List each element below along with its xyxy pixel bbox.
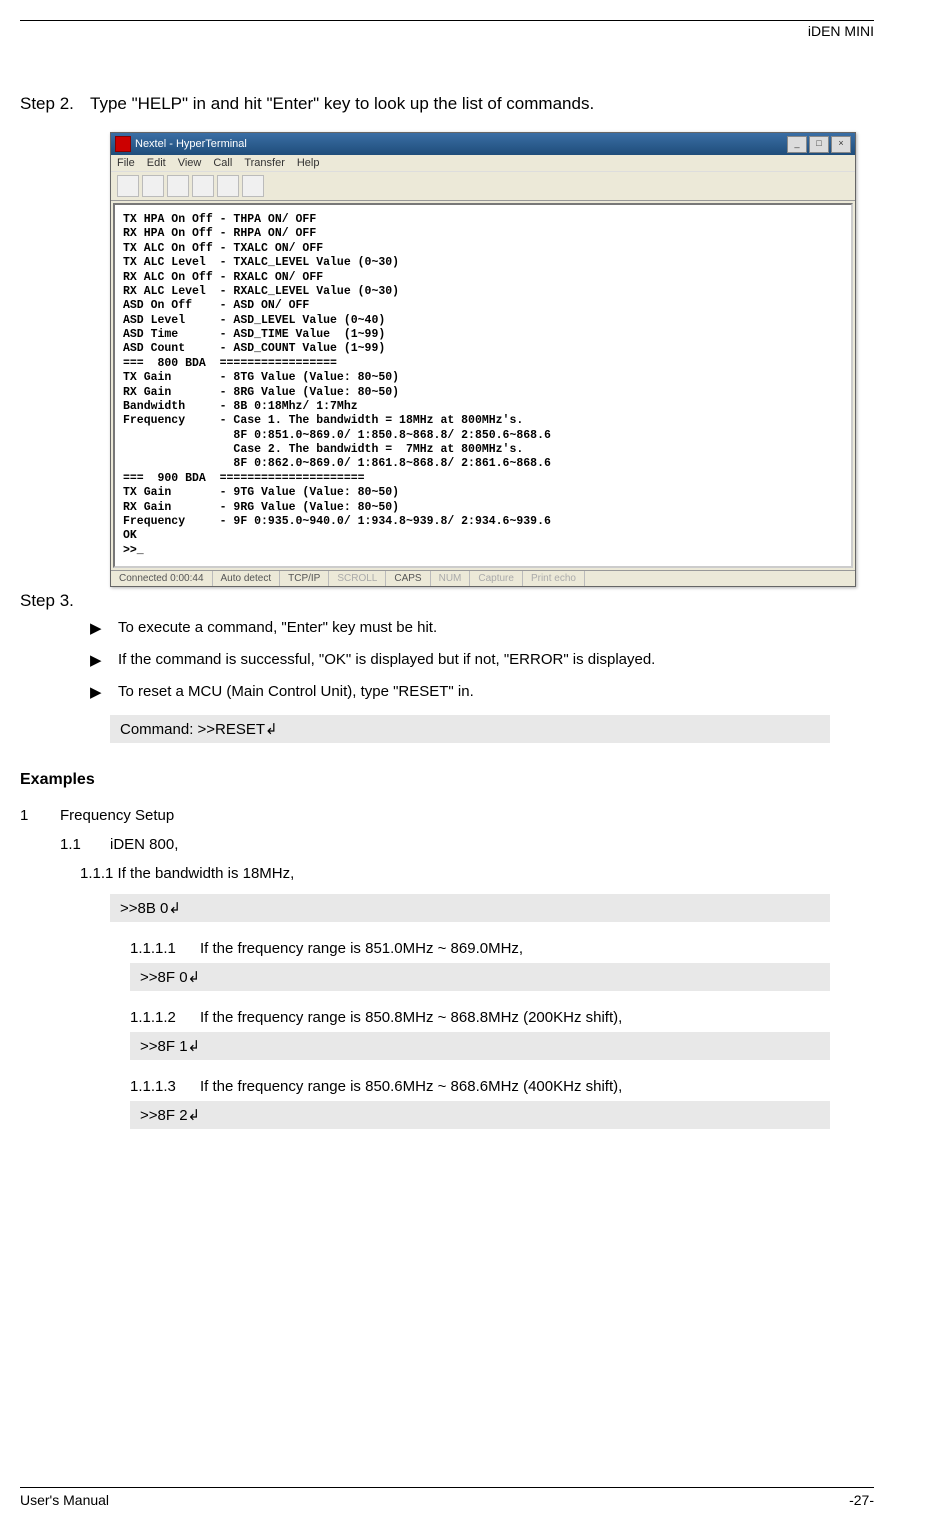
row-1-1-1-3: 1.1.1.3 If the frequency range is 850.6M…: [130, 1078, 874, 1095]
window-title: Nextel - HyperTerminal: [135, 138, 247, 150]
bullet-icon: ▶: [90, 683, 118, 701]
minimize-button[interactable]: _: [787, 136, 807, 153]
status-scroll: SCROLL: [329, 571, 386, 586]
toolbar-btn-3[interactable]: [167, 175, 189, 197]
menubar: File Edit View Call Transfer Help: [111, 155, 855, 171]
row-1-1-1: 1.1.1 If the bandwidth is 18MHz,: [80, 865, 874, 882]
hyperterminal-window: Nextel - HyperTerminal _ □ × File Edit V…: [110, 132, 856, 587]
text-1-1-1-3: If the frequency range is 850.6MHz ~ 868…: [200, 1078, 622, 1095]
menu-edit[interactable]: Edit: [147, 157, 166, 169]
toolbar-btn-4[interactable]: [192, 175, 214, 197]
status-detect: Auto detect: [213, 571, 281, 586]
status-num: NUM: [431, 571, 471, 586]
cmd-8f0: >>8F 0↲: [130, 963, 830, 991]
bullet-icon: ▶: [90, 619, 118, 637]
menu-call[interactable]: Call: [213, 157, 232, 169]
titlebar: Nextel - HyperTerminal _ □ ×: [111, 133, 855, 155]
cmd-8b0: >>8B 0↲: [110, 894, 830, 922]
examples-heading: Examples: [20, 771, 874, 789]
terminal-output[interactable]: TX HPA On Off - THPA ON/ OFF RX HPA On O…: [113, 203, 853, 568]
menu-view[interactable]: View: [178, 157, 202, 169]
step2-row: Step 2. Type "HELP" in and hit "Enter" k…: [20, 94, 874, 114]
row-1-1-1-1: 1.1.1.1 If the frequency range is 851.0M…: [130, 940, 874, 957]
status-caps: CAPS: [386, 571, 430, 586]
bullet-1-text: To execute a command, "Enter" key must b…: [118, 619, 437, 637]
status-protocol: TCP/IP: [280, 571, 329, 586]
menu-transfer[interactable]: Transfer: [244, 157, 285, 169]
menu-file[interactable]: File: [117, 157, 135, 169]
bullet-2-text: If the command is successful, "OK" is di…: [118, 651, 655, 669]
bullet-icon: ▶: [90, 651, 118, 669]
bullet-3-text: To reset a MCU (Main Control Unit), type…: [118, 683, 474, 701]
menu-help[interactable]: Help: [297, 157, 320, 169]
status-connected: Connected 0:00:44: [111, 571, 213, 586]
bullet-3: ▶ To reset a MCU (Main Control Unit), ty…: [90, 683, 874, 701]
cmd-8f1: >>8F 1↲: [130, 1032, 830, 1060]
bullet-1: ▶ To execute a command, "Enter" key must…: [90, 619, 874, 637]
num-1-1-1-2: 1.1.1.2: [130, 1009, 200, 1026]
num-1-1-1-1: 1.1.1.1: [130, 940, 200, 957]
status-capture: Capture: [470, 571, 523, 586]
toolbar-btn-2[interactable]: [142, 175, 164, 197]
reset-command-box: Command: >>RESET↲: [110, 715, 830, 743]
footer-left: User's Manual: [20, 1492, 109, 1508]
text-1-1-1-1: If the frequency range is 851.0MHz ~ 869…: [200, 940, 523, 957]
num-1-1: 1.1: [60, 836, 110, 853]
text-1-1: iDEN 800,: [110, 836, 178, 853]
row-1-1: 1.1 iDEN 800,: [60, 836, 874, 853]
statusbar: Connected 0:00:44 Auto detect TCP/IP SCR…: [111, 570, 855, 586]
text-1-1-1: 1.1.1 If the bandwidth is 18MHz,: [80, 865, 294, 882]
bullet-2: ▶ If the command is successful, "OK" is …: [90, 651, 874, 669]
close-button[interactable]: ×: [831, 136, 851, 153]
status-print: Print echo: [523, 571, 585, 586]
step2-text: Type "HELP" in and hit "Enter" key to lo…: [90, 94, 874, 114]
header-product: iDEN MINI: [20, 23, 874, 39]
text-1: Frequency Setup: [60, 807, 174, 824]
toolbar-btn-1[interactable]: [117, 175, 139, 197]
step2-label: Step 2.: [20, 94, 90, 114]
toolbar: [111, 171, 855, 201]
num-1: 1: [20, 807, 60, 824]
row-1-1-1-2: 1.1.1.2 If the frequency range is 850.8M…: [130, 1009, 874, 1026]
num-1-1-1-3: 1.1.1.3: [130, 1078, 200, 1095]
cmd-8f2: >>8F 2↲: [130, 1101, 830, 1129]
app-icon: [115, 136, 131, 152]
footer-right: -27-: [849, 1492, 874, 1508]
toolbar-btn-5[interactable]: [217, 175, 239, 197]
row-1: 1 Frequency Setup: [20, 807, 874, 824]
toolbar-btn-6[interactable]: [242, 175, 264, 197]
text-1-1-1-2: If the frequency range is 850.8MHz ~ 868…: [200, 1009, 622, 1026]
maximize-button[interactable]: □: [809, 136, 829, 153]
step3-label: Step 3.: [20, 591, 90, 611]
